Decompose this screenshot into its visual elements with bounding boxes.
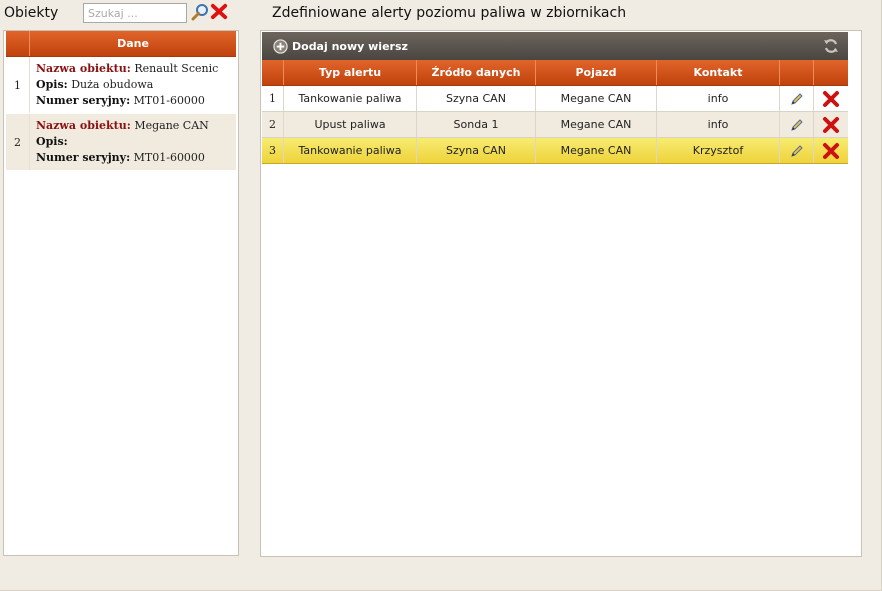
delete-icon[interactable] [822, 116, 840, 134]
column-header-vehicle[interactable]: Pojazd [536, 60, 657, 85]
cell-data-source: Szyna CAN [417, 138, 536, 163]
table-row[interactable]: 1 Tankowanie paliwa Szyna CAN Megane CAN… [262, 86, 848, 112]
delete-icon[interactable] [822, 142, 840, 160]
alerts-grid: Typ alertu Źródło danych Pojazd Kontakt … [262, 60, 848, 164]
object-desc-label: Opis: [36, 78, 68, 91]
objects-panel: Dane 1 Nazwa obiektu: Renault Scenic Opi… [3, 30, 239, 556]
edit-cell [780, 112, 814, 137]
column-header-edit [780, 60, 814, 85]
alerts-num-header [262, 60, 284, 85]
object-desc: Duża obudowa [71, 78, 154, 91]
edit-cell [780, 86, 814, 111]
delete-cell [814, 86, 848, 111]
table-row[interactable]: 2 Upust paliwa Sonda 1 Megane CAN info [262, 112, 848, 138]
cell-alert-type: Tankowanie paliwa [284, 138, 417, 163]
pencil-icon[interactable] [790, 92, 804, 106]
search-icon[interactable] [191, 3, 209, 21]
delete-cell [814, 112, 848, 137]
row-number: 2 [262, 112, 284, 137]
object-name-label: Nazwa obiektu: [36, 119, 131, 132]
cell-contact: Krzysztof [657, 138, 780, 163]
column-header-alert-type[interactable]: Typ alertu [284, 60, 417, 85]
objects-grid-header: Dane [6, 31, 236, 57]
search-input[interactable] [83, 3, 187, 23]
refresh-icon[interactable] [823, 38, 839, 54]
cell-vehicle: Megane CAN [536, 138, 657, 163]
object-row[interactable]: 2 Nazwa obiektu: Megane CAN Opis: Numer … [6, 114, 236, 171]
row-number: 3 [262, 138, 284, 163]
alerts-panel: Dodaj nowy wiersz Typ alertu Źródło dany… [260, 30, 862, 557]
object-serial: MT01-60000 [133, 151, 205, 164]
object-serial: MT01-60000 [133, 94, 205, 107]
add-row-label: Dodaj nowy wiersz [292, 39, 408, 53]
objects-title: Obiekty [4, 5, 59, 21]
cell-vehicle: Megane CAN [536, 112, 657, 137]
row-number: 1 [262, 86, 284, 111]
column-header-data-source[interactable]: Źródło danych [417, 60, 536, 85]
edit-cell [780, 138, 814, 163]
alerts-grid-header: Typ alertu Źródło danych Pojazd Kontakt [262, 60, 848, 86]
alerts-toolbar: Dodaj nowy wiersz [262, 32, 848, 60]
cell-contact: info [657, 112, 780, 137]
objects-num-header [6, 31, 30, 56]
cell-contact: info [657, 86, 780, 111]
object-desc-label: Opis: [36, 135, 68, 148]
table-row-selected[interactable]: 3 Tankowanie paliwa Szyna CAN Megane CAN… [262, 138, 848, 164]
cell-vehicle: Megane CAN [536, 86, 657, 111]
object-serial-label: Numer seryjny: [36, 151, 131, 164]
object-name: Megane CAN [134, 119, 209, 132]
object-row-number: 2 [6, 114, 30, 170]
objects-data-header[interactable]: Dane [30, 31, 236, 56]
cell-alert-type: Tankowanie paliwa [284, 86, 417, 111]
column-header-delete [814, 60, 848, 85]
plus-circle-icon [273, 38, 288, 54]
cell-alert-type: Upust paliwa [284, 112, 417, 137]
object-row-number: 1 [6, 57, 30, 113]
column-header-contact[interactable]: Kontakt [657, 60, 780, 85]
pencil-icon[interactable] [790, 118, 804, 132]
add-row-button[interactable]: Dodaj nowy wiersz [262, 38, 408, 54]
object-row-content: Nazwa obiektu: Megane CAN Opis: Numer se… [30, 114, 236, 170]
object-name-label: Nazwa obiektu: [36, 62, 131, 75]
pencil-icon[interactable] [790, 144, 804, 158]
clear-search-icon[interactable] [210, 2, 229, 21]
delete-icon[interactable] [822, 90, 840, 108]
object-name: Renault Scenic [134, 62, 219, 75]
object-row[interactable]: 1 Nazwa obiektu: Renault Scenic Opis: Du… [6, 57, 236, 114]
alerts-title: Zdefiniowane alerty poziomu paliwa w zbi… [272, 5, 627, 21]
cell-data-source: Szyna CAN [417, 86, 536, 111]
object-serial-label: Numer seryjny: [36, 94, 131, 107]
object-row-content: Nazwa obiektu: Renault Scenic Opis: Duża… [30, 57, 236, 113]
cell-data-source: Sonda 1 [417, 112, 536, 137]
delete-cell [814, 138, 848, 163]
